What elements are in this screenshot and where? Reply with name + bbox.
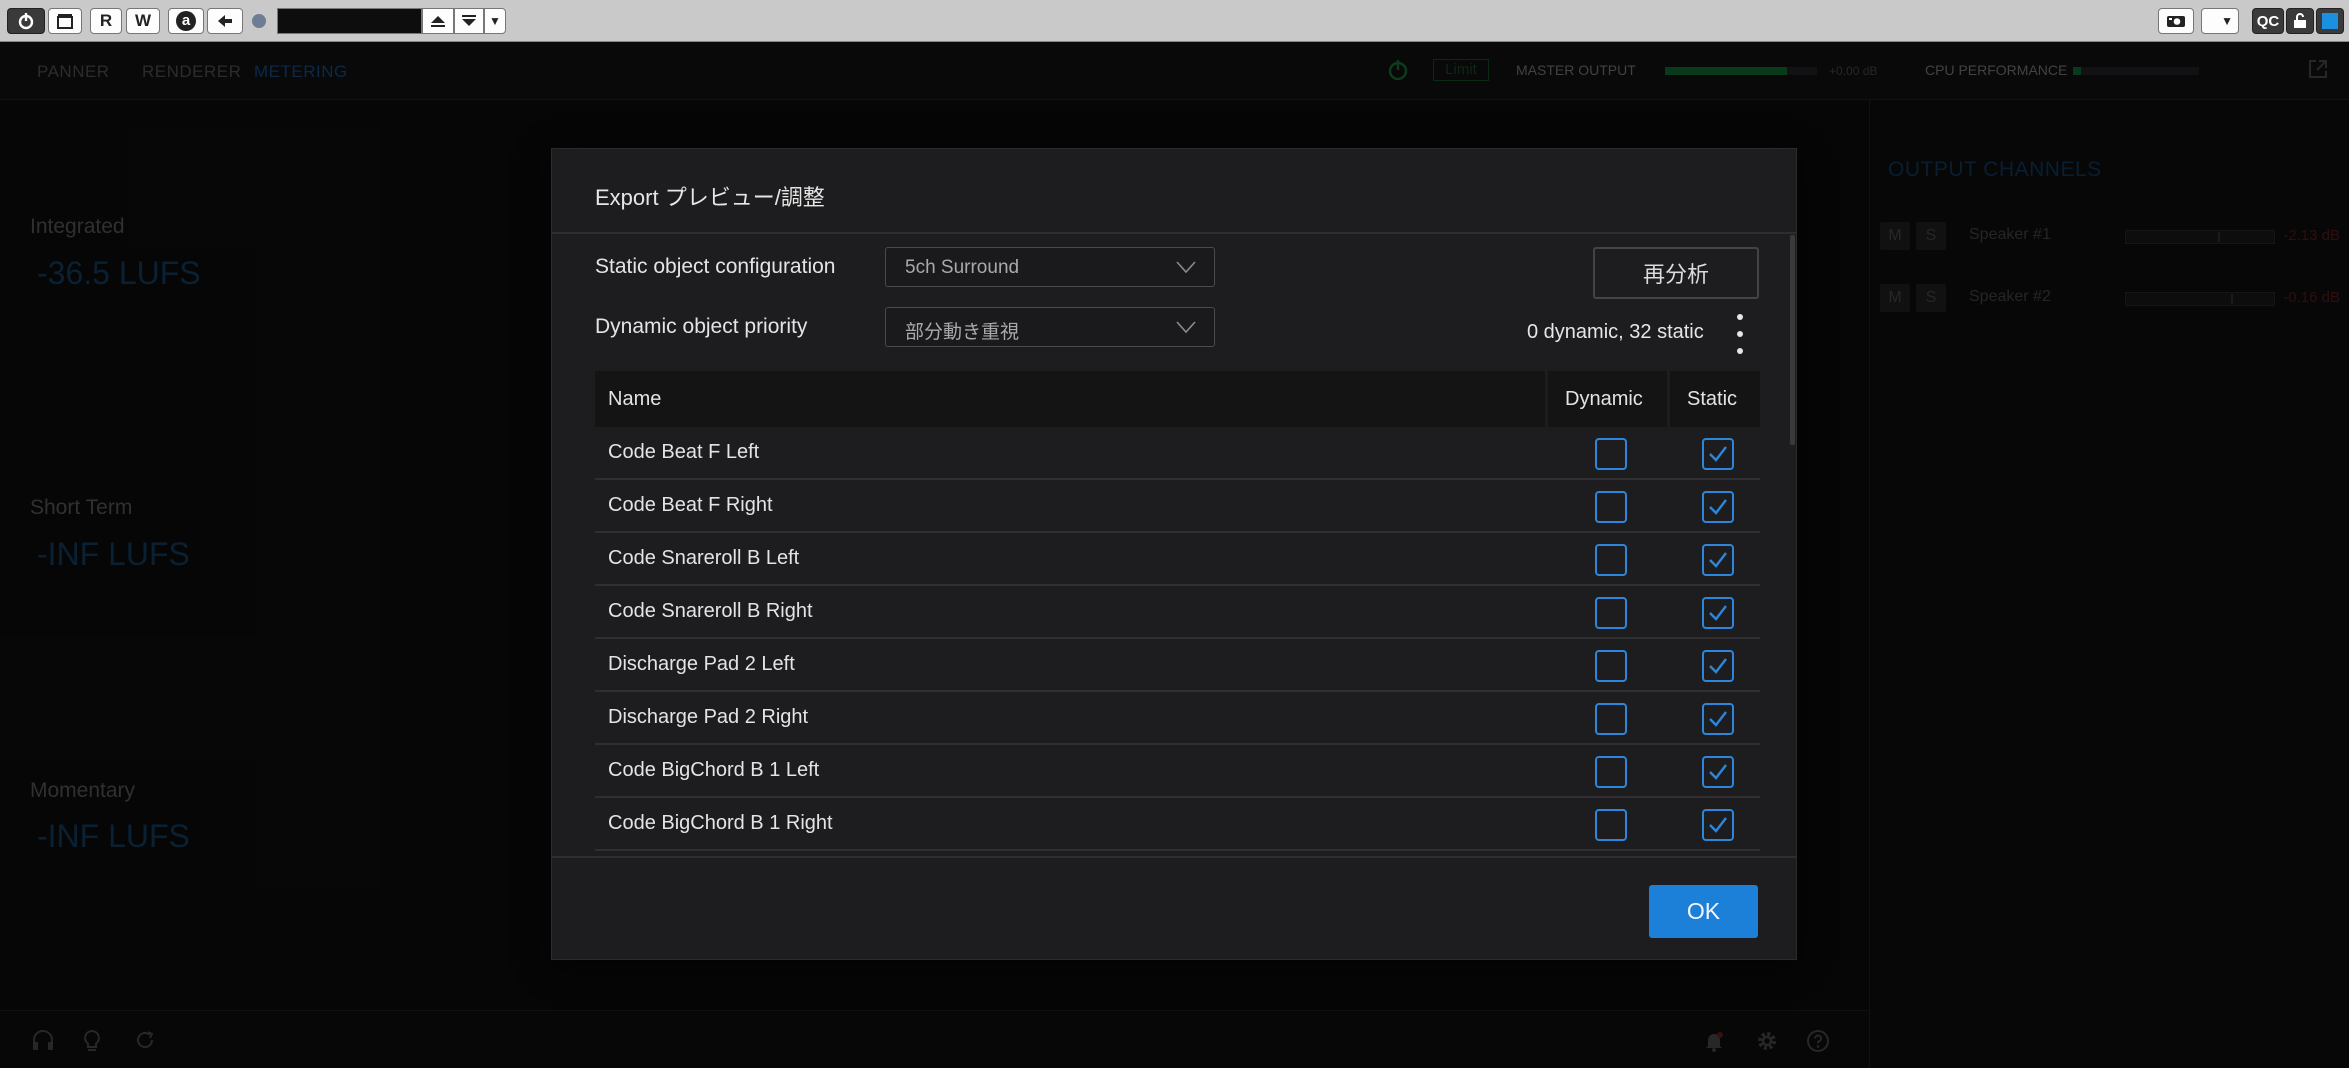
- checkmark-icon: [1709, 499, 1727, 515]
- checkmark-icon: [1709, 658, 1727, 674]
- top-toolbar: R W a ▼ ▼ QC: [0, 0, 2349, 42]
- lock-open-icon[interactable]: [2286, 8, 2314, 34]
- dynamic-checkbox[interactable]: [1595, 756, 1627, 788]
- static-checkbox[interactable]: [1702, 809, 1734, 841]
- chevron-down-icon: [1176, 321, 1196, 334]
- column-name-header[interactable]: Name: [608, 388, 661, 411]
- ok-button[interactable]: OK: [1649, 885, 1758, 938]
- read-automation-button[interactable]: R: [90, 8, 122, 34]
- more-options-icon[interactable]: [1734, 312, 1746, 356]
- table-header: Name Dynamic Static: [595, 371, 1760, 427]
- checkmark-icon: [1709, 764, 1727, 780]
- object-table: Name Dynamic Static Code Beat F Left Code…: [595, 371, 1760, 856]
- previous-preset-icon[interactable]: [422, 8, 454, 34]
- object-name: Discharge Pad 2 Right: [608, 706, 809, 728]
- checkmark-icon: [1709, 711, 1727, 727]
- static-checkbox[interactable]: [1702, 650, 1734, 682]
- qc-button[interactable]: QC: [2252, 8, 2284, 34]
- status-dot-icon: [252, 14, 266, 28]
- table-row: Code Beat F Left: [595, 427, 1760, 480]
- column-static-header[interactable]: Static: [1687, 388, 1737, 411]
- preset-menu-chevron-down-icon[interactable]: ▼: [484, 8, 506, 34]
- object-name: Code BigChord B 1 Right: [608, 812, 833, 834]
- static-checkbox[interactable]: [1702, 597, 1734, 629]
- preset-field[interactable]: [277, 8, 422, 34]
- static-checkbox[interactable]: [1702, 756, 1734, 788]
- next-preset-icon[interactable]: [454, 8, 484, 34]
- dialog-title: Export プレビュー/調整: [595, 185, 825, 210]
- object-name: Code BigChord B 1 Left: [608, 759, 820, 781]
- camera-icon[interactable]: [2158, 8, 2194, 34]
- arrow-left-icon[interactable]: [207, 8, 243, 34]
- link-square-swatch: [2322, 13, 2338, 29]
- dialog-footer-divider: [552, 856, 1796, 858]
- object-name: Code Beat F Right: [608, 494, 773, 516]
- static-checkbox[interactable]: [1702, 491, 1734, 523]
- static-object-configuration-value: 5ch Surround: [905, 257, 1020, 278]
- power-icon[interactable]: [7, 8, 45, 34]
- view-chevron-down-icon[interactable]: ▼: [2201, 8, 2239, 34]
- object-name: Code Snareroll B Right: [608, 600, 813, 622]
- checkmark-icon: [1709, 817, 1727, 833]
- static-object-configuration-select[interactable]: 5ch Surround: [885, 247, 1215, 287]
- window-icon[interactable]: [48, 8, 82, 34]
- table-row: Discharge Pad 2 Left: [595, 639, 1760, 692]
- export-preview-dialog: Export プレビュー/調整 Static object configurat…: [551, 148, 1797, 960]
- static-checkbox[interactable]: [1702, 438, 1734, 470]
- checkmark-icon: [1709, 605, 1727, 621]
- dynamic-checkbox[interactable]: [1595, 703, 1627, 735]
- dynamic-object-priority-label: Dynamic object priority: [595, 315, 808, 338]
- dynamic-checkbox[interactable]: [1595, 650, 1627, 682]
- object-count-summary: 0 dynamic, 32 static: [1527, 321, 1704, 343]
- dynamic-checkbox[interactable]: [1595, 597, 1627, 629]
- write-automation-button[interactable]: W: [126, 8, 160, 34]
- checkmark-icon: [1709, 552, 1727, 568]
- dynamic-checkbox[interactable]: [1595, 544, 1627, 576]
- static-checkbox[interactable]: [1702, 703, 1734, 735]
- table-row: Code Snareroll B Right: [595, 586, 1760, 639]
- object-name: Code Beat F Left: [608, 441, 760, 463]
- dynamic-checkbox[interactable]: [1595, 438, 1627, 470]
- dynamic-object-priority-select[interactable]: 部分動き重視: [885, 307, 1215, 347]
- a-badge: a: [176, 11, 196, 31]
- column-divider: [1667, 371, 1670, 427]
- dynamic-object-priority-value: 部分動き重視: [905, 322, 1020, 343]
- table-row: Code Snareroll B Left: [595, 533, 1760, 586]
- object-name: Code Snareroll B Left: [608, 547, 800, 569]
- column-divider: [1545, 371, 1548, 427]
- dynamic-checkbox[interactable]: [1595, 809, 1627, 841]
- table-row: Code BigChord B 1 Right: [595, 798, 1760, 851]
- table-row: Code BigChord B 1 Left: [595, 745, 1760, 798]
- table-row: Discharge Pad 2 Right: [595, 692, 1760, 745]
- a-button[interactable]: a: [168, 8, 204, 34]
- object-name: Discharge Pad 2 Left: [608, 653, 795, 675]
- table-row: Code Beat F Right: [595, 480, 1760, 533]
- dialog-header-divider: [552, 232, 1796, 234]
- link-square-icon[interactable]: [2316, 8, 2344, 34]
- dynamic-checkbox[interactable]: [1595, 491, 1627, 523]
- dialog-scrollbar[interactable]: [1790, 235, 1795, 445]
- chevron-down-icon: [1176, 261, 1196, 274]
- checkmark-icon: [1709, 446, 1727, 462]
- reanalyze-button[interactable]: 再分析: [1593, 247, 1759, 299]
- static-object-configuration-label: Static object configuration: [595, 255, 836, 278]
- static-checkbox[interactable]: [1702, 544, 1734, 576]
- column-dynamic-header[interactable]: Dynamic: [1565, 388, 1643, 411]
